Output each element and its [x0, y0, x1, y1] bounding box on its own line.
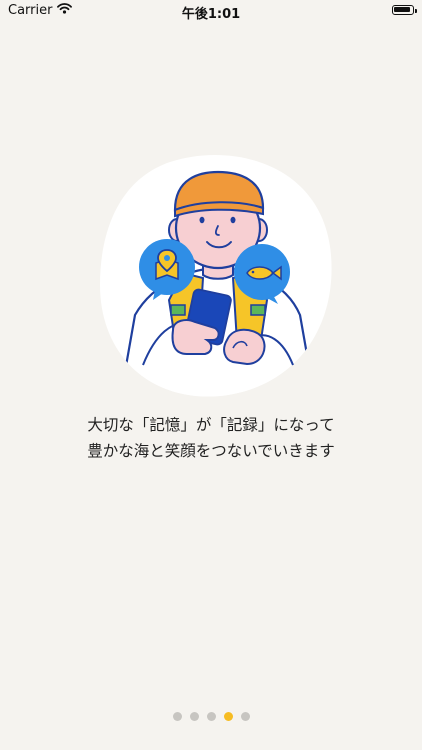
page-dot-5[interactable] — [240, 712, 250, 721]
page-dot-1[interactable] — [172, 712, 182, 721]
onboarding-message: 大切な「記憶」が「記録」になって 豊かな海と笑顔をつないでいきます — [0, 412, 422, 464]
page-dot-4[interactable] — [223, 712, 233, 721]
fisherman-illustration — [100, 154, 332, 397]
battery-icon — [392, 5, 417, 15]
page-dot-2[interactable] — [189, 712, 199, 721]
right-hand — [223, 328, 266, 366]
left-eye — [199, 216, 205, 224]
fish-icon — [246, 266, 274, 280]
status-bar: Carrier 午後1:01 — [0, 0, 422, 22]
page-indicator[interactable] — [0, 712, 422, 721]
status-time: 午後1:01 — [181, 7, 241, 22]
strap-left — [170, 304, 186, 316]
message-line-2: 豊かな海と笑顔をつないでいきます — [87, 442, 335, 460]
page-dot-3[interactable] — [206, 712, 216, 721]
right-eye — [230, 216, 236, 224]
onboarding-screen: Carrier 午後1:01 大切な「記憶」が「記録」になって 豊かな海と笑顔を… — [0, 0, 422, 750]
message-line-1: 大切な「記憶」が「記録」になって — [87, 416, 335, 434]
strap-right — [250, 304, 266, 316]
